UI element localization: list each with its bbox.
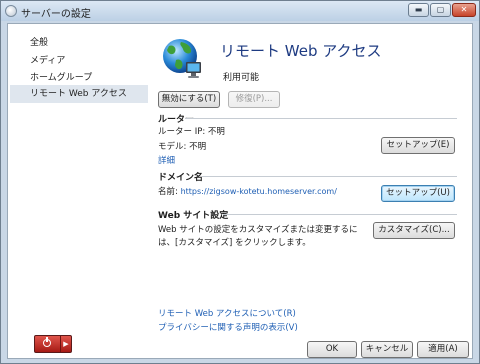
domain-setup-button[interactable]: セットアップ(U) — [381, 185, 455, 202]
window-title: サーバーの設定 — [21, 9, 91, 20]
sidebar-item-remote-web-access[interactable]: リモート Web アクセス — [10, 85, 148, 103]
website-description-line2: は、[カスタマイズ] をクリックします。 — [158, 238, 311, 248]
domain-section-heading: ドメイン名 — [158, 173, 204, 183]
sidebar-item-general[interactable]: 全般 — [10, 34, 148, 52]
website-divider — [223, 214, 457, 215]
status-label: 利用可能 — [223, 73, 260, 83]
router-setup-button[interactable]: セットアップ(E) — [381, 137, 455, 154]
minimize-button[interactable]: ▬ — [408, 3, 429, 17]
close-button[interactable]: ✕ — [452, 3, 476, 17]
router-details-link[interactable]: 詳細 — [158, 154, 175, 166]
website-section-heading: Web サイト設定 — [158, 211, 229, 221]
domain-name-value[interactable]: https://zigsow-kotetu.homeserver.com/ — [181, 187, 337, 196]
title-bar[interactable]: サーバーの設定 ▬ ▢ ✕ — [1, 1, 479, 21]
about-remote-web-access-link[interactable]: リモート Web アクセスについて(R) — [158, 307, 296, 319]
domain-name-label: 名前: — [158, 187, 178, 197]
router-divider — [185, 118, 457, 119]
power-options-arrow[interactable]: ▶ — [61, 336, 71, 352]
privacy-statement-link[interactable]: プライバシーに関する声明の表示(V) — [158, 321, 298, 333]
page-title: リモート Web アクセス — [220, 42, 382, 60]
power-menu: ▶ — [34, 335, 72, 353]
cancel-button[interactable]: キャンセル — [361, 341, 413, 358]
power-button[interactable] — [35, 336, 61, 352]
apply-button[interactable]: 適用(A) — [417, 341, 469, 358]
router-ip: ルーター IP: 不明 — [158, 127, 225, 137]
customize-button[interactable]: カスタマイズ(C)... — [373, 222, 455, 239]
sidebar-item-media[interactable]: メディア — [10, 52, 148, 70]
router-model: モデル: 不明 — [158, 142, 207, 152]
server-settings-window: サーバーの設定 ▬ ▢ ✕ 全般 メディア ホームグループ リモート Web ア… — [0, 0, 480, 364]
website-description-line1: Web サイトの設定をカスタマイズまたは変更するに — [158, 225, 358, 235]
repair-button[interactable]: 修復(P)... — [228, 91, 280, 108]
disable-button[interactable]: 無効にする(T) — [158, 91, 220, 108]
domain-name-row: 名前: https://zigsow-kotetu.homeserver.com… — [158, 185, 337, 197]
domain-divider — [202, 176, 457, 177]
sidebar: 全般 メディア ホームグループ リモート Web アクセス ▶ — [8, 24, 150, 358]
server-app-icon — [5, 5, 17, 17]
globe-network-icon — [163, 39, 201, 78]
power-icon — [43, 337, 51, 347]
maximize-button[interactable]: ▢ — [430, 3, 451, 17]
ok-button[interactable]: OK — [307, 341, 357, 358]
